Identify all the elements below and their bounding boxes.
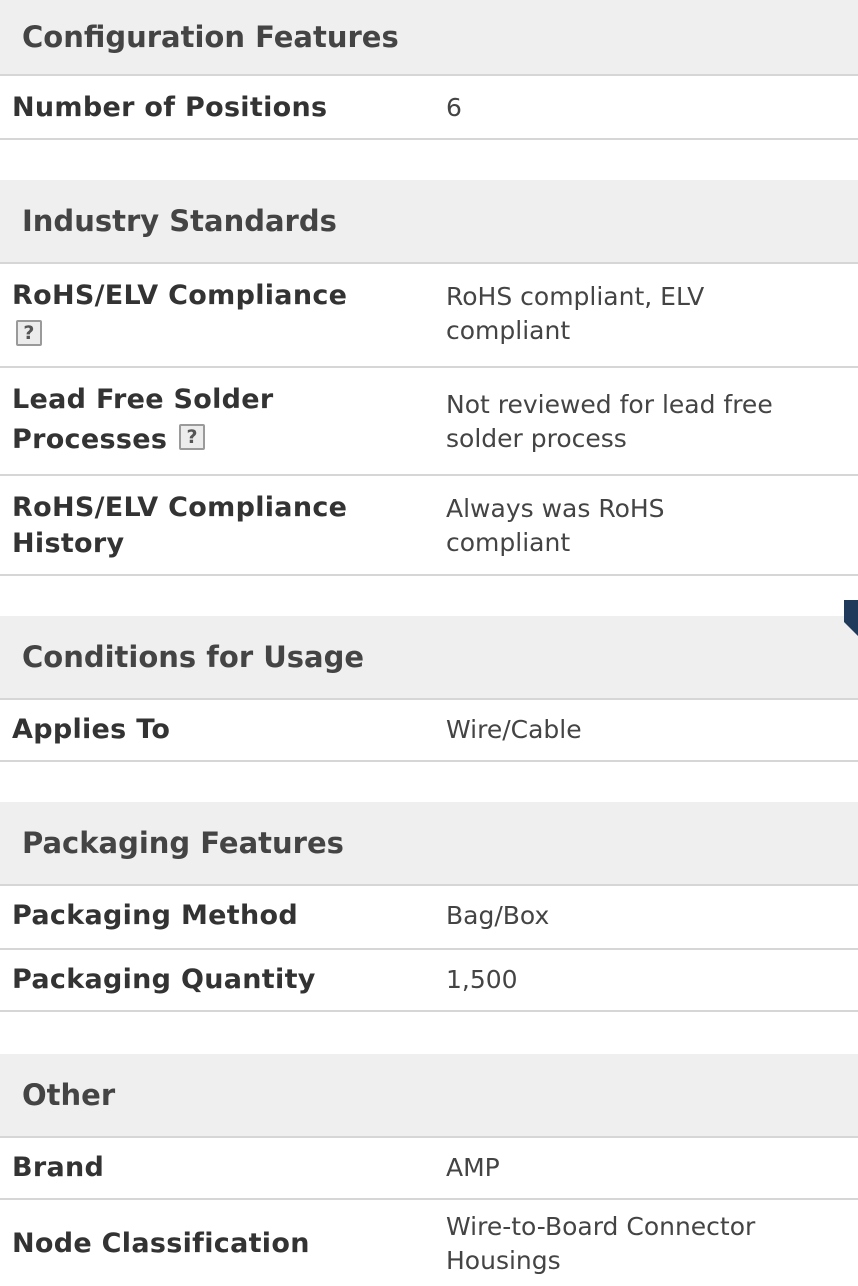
spec-value-line: solder process [446,424,627,453]
spec-value-line: RoHS compliant, ELV [446,282,705,311]
section-title: Other [22,1078,116,1112]
section-title: Conditions for Usage [22,640,365,674]
spec-label: Packaging Quantity [12,964,316,995]
spec-value-line: Wire-to-Board Connector [446,1212,756,1241]
spec-label-line: History [12,528,125,559]
corner-marker-icon [844,600,858,636]
spec-row-node-classification: Node Classification Wire-to-Board Connec… [0,1200,858,1286]
section-header-other: Other [0,1054,858,1138]
spec-label-line: RoHS/ELV Compliance [12,492,348,523]
spec-label: Brand [12,1152,105,1183]
spec-value: 1,500 [446,965,518,994]
spec-label: RoHS/ELV Compliance History [12,490,432,562]
spec-label-line: RoHS/ELV Compliance [12,280,348,311]
section-header-packaging-features: Packaging Features [0,802,858,886]
spec-label-line: Processes [12,424,168,455]
section-header-industry-standards: Industry Standards [0,180,858,264]
spec-label: Applies To [12,714,171,745]
section-header-conditions-for-usage: Conditions for Usage [0,616,858,700]
spec-value-line: compliant [446,316,571,345]
spec-row-rohs-elv-compliance: RoHS/ELV Compliance ? RoHS compliant, EL… [0,264,858,368]
spec-row-packaging-method: Packaging Method Bag/Box [0,886,858,950]
spec-value-line: Always was RoHS [446,494,665,523]
spec-row-brand: Brand AMP [0,1138,858,1200]
spec-value: Wire/Cable [446,715,582,744]
spec-label: Packaging Method [12,900,298,931]
spec-value: Always was RoHS compliant [446,492,858,560]
spec-value: 6 [446,93,462,122]
spec-label: Number of Positions [12,92,328,123]
spec-value: Not reviewed for lead free solder proces… [446,388,858,456]
section-title: Industry Standards [22,204,337,238]
spec-value-line: compliant [446,528,571,557]
spec-row-lead-free-solder: Lead Free Solder Processes? Not reviewed… [0,368,858,476]
section-header-configuration: Configuration Features [0,0,858,76]
spec-value-line: Housings [446,1246,561,1275]
spec-value: RoHS compliant, ELV compliant [446,280,858,348]
spec-row-number-of-positions: Number of Positions 6 [0,76,858,140]
product-specifications: Configuration Features Number of Positio… [0,0,858,1286]
spec-row-applies-to: Applies To Wire/Cable [0,700,858,762]
help-icon[interactable]: ? [16,319,42,346]
spec-value: Wire-to-Board Connector Housings [446,1210,858,1278]
spec-label: RoHS/ELV Compliance ? [12,278,432,350]
spec-label: Node Classification [12,1228,310,1259]
spec-value: Bag/Box [446,901,550,930]
spec-row-rohs-elv-history: RoHS/ELV Compliance History Always was R… [0,476,858,576]
spec-value: AMP [446,1153,500,1182]
section-title: Packaging Features [22,826,344,860]
spec-value-line: Not reviewed for lead free [446,390,773,419]
spec-label: Lead Free Solder Processes? [12,382,432,462]
help-icon[interactable]: ? [179,423,206,450]
spec-label-line: Lead Free Solder [12,384,274,415]
spec-row-packaging-quantity: Packaging Quantity 1,500 [0,950,858,1012]
section-title: Configuration Features [22,20,399,54]
